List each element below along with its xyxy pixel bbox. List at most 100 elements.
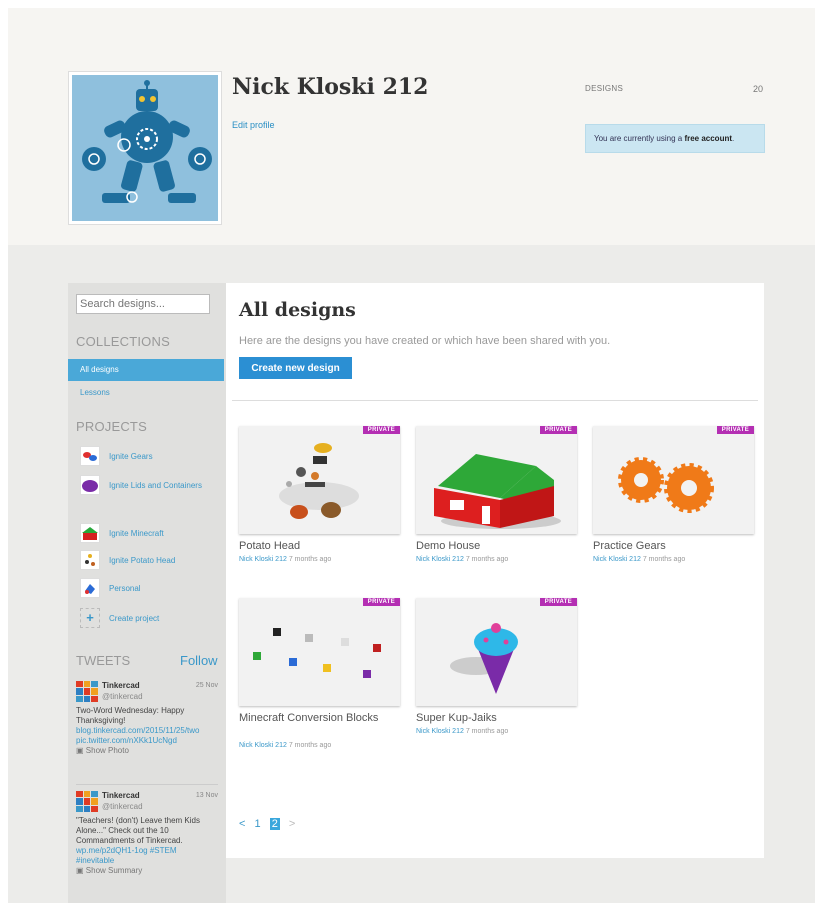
- create-project-label: Create project: [109, 614, 160, 623]
- page-1-link[interactable]: 1: [255, 818, 261, 830]
- tweet-author[interactable]: Tinkercad: [102, 681, 140, 690]
- potato-thumbnail-icon: [80, 550, 100, 570]
- show-summary-link[interactable]: ▣ Show Summary: [76, 866, 218, 876]
- project-label: Ignite Minecraft: [109, 529, 164, 538]
- collections-title: COLLECTIONS: [76, 334, 170, 349]
- design-owner[interactable]: Nick Kloski 212: [416, 728, 464, 735]
- project-label: Ignite Potato Head: [109, 556, 176, 565]
- page-title: All designs: [239, 299, 356, 321]
- sidebar-project-personal[interactable]: Personal: [80, 578, 220, 602]
- design-meta: Nick Kloski 212 7 months ago: [416, 728, 508, 735]
- show-photo-link[interactable]: ▣ Show Photo: [76, 746, 218, 756]
- tweet-handle[interactable]: @tinkercad: [102, 692, 143, 701]
- project-label: Personal: [109, 584, 141, 593]
- private-badge: PRIVATE: [539, 598, 577, 606]
- design-owner[interactable]: Nick Kloski 212: [239, 556, 287, 563]
- private-badge: PRIVATE: [716, 426, 754, 434]
- next-page-button[interactable]: >: [289, 818, 295, 830]
- tweet-link[interactable]: pic.twitter.com/nXKk1UcNgd: [76, 736, 218, 746]
- design-owner[interactable]: Nick Kloski 212: [416, 556, 464, 563]
- tweets-title: TWEETS: [76, 653, 131, 668]
- create-new-design-button[interactable]: Create new design: [239, 357, 352, 379]
- personal-thumbnail-icon: [80, 578, 100, 598]
- tweet-date[interactable]: 13 Nov: [196, 792, 218, 799]
- design-thumbnail[interactable]: PRIVATE: [416, 426, 577, 534]
- sidebar: COLLECTIONS All designs Lessons PROJECTS…: [68, 283, 226, 903]
- design-card-super-kup-jaiks[interactable]: PRIVATE Super Kup-Jaiks Nick Kloski 212 …: [416, 598, 578, 743]
- design-title[interactable]: Demo House: [416, 540, 578, 553]
- account-type: free account: [684, 134, 733, 143]
- profile-header: Nick Kloski 212 Edit profile DESIGNS 20 …: [8, 8, 815, 245]
- tinkercad-logo-icon: [76, 791, 98, 812]
- project-label: Ignite Lids and Containers: [109, 481, 202, 490]
- private-badge: PRIVATE: [539, 426, 577, 434]
- show-summary-label: Show Summary: [85, 866, 143, 875]
- design-age: 7 months ago: [642, 556, 686, 563]
- design-card-demo-house[interactable]: PRIVATE Demo House Nick Kloski 212 7 mon…: [416, 426, 578, 571]
- edit-profile-link[interactable]: Edit profile: [232, 120, 275, 130]
- tweet-body: "Teachers! (don't) Leave them Kids Alone…: [76, 816, 218, 876]
- sidebar-project-ignite-lids[interactable]: Ignite Lids and Containers: [80, 475, 220, 511]
- tweet-item: Tinkercad @tinkercad 13 Nov "Teachers! (…: [76, 791, 218, 901]
- lid-thumbnail-icon: [80, 475, 100, 495]
- tweet-text: Two-Word Wednesday: Happy Thanksgiving!: [76, 706, 185, 725]
- design-card-minecraft-blocks[interactable]: PRIVATE Minecraft Conversion Blocks Nick…: [239, 598, 401, 758]
- tweet-link[interactable]: wp.me/p2dQH1-1og #STEM: [76, 846, 218, 856]
- design-meta: Nick Kloski 212 7 months ago: [593, 556, 685, 563]
- gears-thumbnail-icon: [80, 446, 100, 466]
- sidebar-item-lessons[interactable]: Lessons: [68, 382, 224, 404]
- tweet-text: "Teachers! (don't) Leave them Kids Alone…: [76, 816, 200, 845]
- design-owner[interactable]: Nick Kloski 212: [239, 742, 287, 749]
- blocks-model-icon: [253, 628, 381, 678]
- robot-avatar-icon: [72, 75, 218, 221]
- design-card-potato-head[interactable]: PRIVATE Potato Head Nick Kloski 212 7 mo…: [239, 426, 401, 571]
- sidebar-item-all-designs[interactable]: All designs: [68, 359, 224, 381]
- design-age: 7 months ago: [465, 556, 509, 563]
- plus-icon: +: [80, 608, 100, 628]
- page-2-current[interactable]: 2: [269, 818, 280, 830]
- sidebar-project-ignite-minecraft[interactable]: Ignite Minecraft: [80, 523, 220, 547]
- create-project-button[interactable]: + Create project: [80, 608, 220, 632]
- gears-model-icon: [618, 457, 714, 513]
- sidebar-project-ignite-potato-head[interactable]: Ignite Potato Head: [80, 550, 220, 574]
- design-thumbnail[interactable]: PRIVATE: [416, 598, 577, 706]
- tinkercad-logo-icon: [76, 681, 98, 702]
- design-meta: Nick Kloski 212 7 months ago: [239, 556, 331, 563]
- follow-button[interactable]: Follow: [180, 653, 218, 668]
- tweet-link[interactable]: #inevitable: [76, 856, 218, 866]
- page-subtitle: Here are the designs you have created or…: [239, 335, 611, 347]
- design-meta: Nick Kloski 212 7 months ago: [239, 742, 331, 749]
- design-owner[interactable]: Nick Kloski 212: [593, 556, 641, 563]
- tweet-author[interactable]: Tinkercad: [102, 791, 140, 800]
- page: Nick Kloski 212 Edit profile DESIGNS 20 …: [8, 8, 815, 903]
- sidebar-project-ignite-gears[interactable]: Ignite Gears: [80, 446, 220, 470]
- search-designs-input[interactable]: [76, 294, 210, 314]
- design-card-practice-gears[interactable]: PRIVATE Practice Gears Nick Kloski 212 7…: [593, 426, 755, 571]
- cupcake-model-icon: [450, 623, 518, 694]
- private-badge: PRIVATE: [362, 598, 400, 606]
- tweet-handle[interactable]: @tinkercad: [102, 802, 143, 811]
- design-meta: Nick Kloski 212 7 months ago: [416, 556, 508, 563]
- profile-name: Nick Kloski 212: [232, 74, 429, 100]
- design-title[interactable]: Super Kup-Jaiks: [416, 712, 578, 725]
- tweet-date[interactable]: 25 Nov: [196, 682, 218, 689]
- account-status-notice: You are currently using a free account.: [585, 124, 765, 153]
- pagination: < 1 2 >: [239, 818, 301, 830]
- designs-count-label: DESIGNS: [585, 84, 624, 93]
- design-age: 7 months ago: [288, 742, 332, 749]
- prev-page-button[interactable]: <: [239, 818, 245, 830]
- design-title[interactable]: Practice Gears: [593, 540, 755, 553]
- designs-panel: All designs Here are the designs you hav…: [226, 283, 764, 858]
- designs-count-value: 20: [753, 84, 764, 94]
- design-title[interactable]: Potato Head: [239, 540, 401, 553]
- design-title[interactable]: Minecraft Conversion Blocks: [239, 712, 401, 725]
- tweet-link[interactable]: blog.tinkercad.com/2015/11/25/two: [76, 726, 218, 736]
- show-photo-label: Show Photo: [85, 746, 129, 755]
- design-thumbnail[interactable]: PRIVATE: [239, 426, 400, 534]
- project-label: Ignite Gears: [109, 452, 153, 461]
- house-model-icon: [434, 454, 561, 529]
- design-thumbnail[interactable]: PRIVATE: [593, 426, 754, 534]
- design-thumbnail[interactable]: PRIVATE: [239, 598, 400, 706]
- design-age: 7 months ago: [288, 556, 332, 563]
- avatar: [68, 71, 222, 225]
